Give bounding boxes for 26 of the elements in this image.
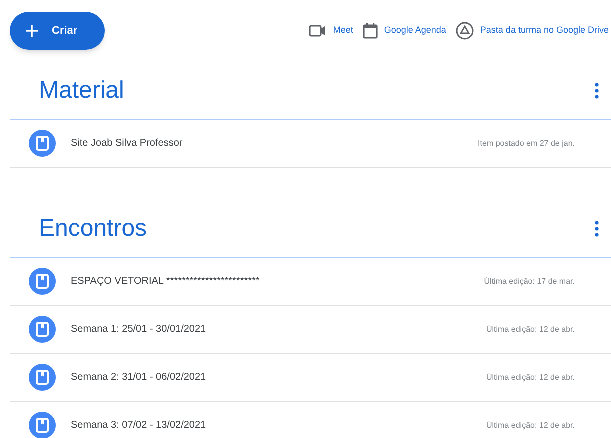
- more-options-icon[interactable]: [595, 82, 599, 98]
- post-date: Última edição: 12 de abr.: [486, 324, 575, 336]
- material-title[interactable]: Semana 1: 25/01 - 30/01/2021: [71, 322, 206, 337]
- material-title[interactable]: ESPAÇO VETORIAL ************************: [71, 274, 260, 289]
- header-link[interactable]: Google Agenda: [384, 24, 446, 38]
- calendar-icon: [363, 23, 378, 39]
- material-icon: [29, 268, 56, 295]
- material-icon: [29, 364, 56, 391]
- post-date: Última edição: 12 de abr.: [486, 372, 575, 384]
- material-title[interactable]: Site Joab Silva Professor: [71, 136, 183, 151]
- video-camera-icon: [309, 24, 328, 38]
- topic-heading: Material: [39, 76, 124, 106]
- header-link[interactable]: Meet: [333, 24, 354, 38]
- post-date: Última edição: 12 de abr.: [486, 420, 575, 432]
- plus-icon: [26, 25, 38, 37]
- material-title[interactable]: Semana 3: 07/02 - 13/02/2021: [71, 418, 206, 433]
- create-button[interactable]: Criar: [10, 12, 105, 50]
- drive-icon: [456, 22, 474, 40]
- material-icon: [29, 316, 56, 343]
- post-date: Item postado em 27 de jan.: [478, 138, 575, 150]
- topic-heading: Encontros: [39, 214, 148, 244]
- material-icon: [29, 130, 56, 157]
- header-link[interactable]: Pasta da turma no Google Drive: [480, 24, 609, 38]
- post-date: Última edição: 17 de mar.: [484, 276, 575, 288]
- material-title[interactable]: Semana 2: 31/01 - 06/02/2021: [71, 370, 206, 385]
- more-options-icon[interactable]: [595, 220, 599, 236]
